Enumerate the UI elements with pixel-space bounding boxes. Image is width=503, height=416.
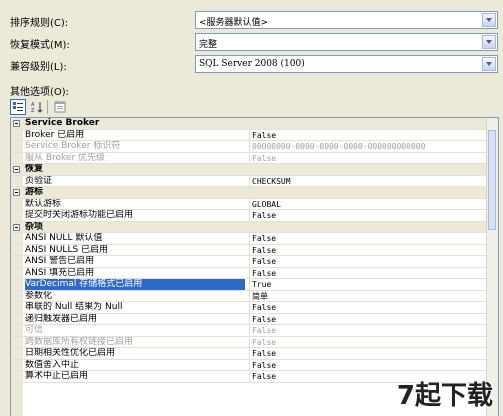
property-value: False	[249, 152, 487, 163]
property-name: Service Broker 标识符	[25, 141, 121, 151]
property-name: VarDecimal 存储格式已启用	[25, 279, 245, 290]
recovery-model-label: 恢复模式(M):	[10, 40, 70, 51]
property-name: 串联的 Null 结果为 Null	[25, 302, 123, 312]
property-grid-toolbar: A Z	[10, 98, 70, 116]
scrollbar-thumb[interactable]	[488, 130, 496, 230]
property-name: ANSI 警告已启用	[25, 256, 95, 266]
recovery-model-row: 恢复模式(M): 完整	[0, 32, 503, 54]
collapse-icon[interactable]	[13, 223, 20, 231]
grid-property-row[interactable]: 提交时关闭游标功能已启用 False	[11, 210, 487, 222]
category-name: Service Broker	[25, 118, 100, 128]
property-value[interactable]: False	[249, 267, 487, 278]
grid-property-row[interactable]: ANSI 填充已启用 False	[11, 267, 487, 279]
grid-property-row[interactable]: Broker 已启用 False	[11, 129, 487, 141]
compatibility-level-row: 兼容级别(L): SQL Server 2008 (100)	[0, 54, 503, 76]
grid-property-row[interactable]: ANSI 警告已启用 False	[11, 256, 487, 268]
grid-property-row[interactable]: 递归触发器已启用 False	[11, 313, 487, 325]
property-value[interactable]: False	[249, 302, 487, 313]
vertical-scrollbar[interactable]	[486, 118, 498, 416]
property-name: ANSI 填充已启用	[25, 267, 95, 278]
property-name: ANSI NULLS 已启用	[25, 244, 109, 255]
property-value[interactable]: False	[249, 129, 487, 140]
other-options-label: 其他选项(O):	[10, 87, 70, 98]
recovery-model-value: 完整	[199, 40, 218, 50]
chevron-down-icon[interactable]	[482, 57, 496, 71]
compatibility-level-label: 兼容级别(L):	[10, 62, 67, 73]
compatibility-level-combo[interactable]: SQL Server 2008 (100)	[195, 55, 498, 73]
property-name: 页验证	[25, 175, 53, 186]
property-name: 算术中止已启用	[25, 371, 89, 381]
collapse-icon[interactable]	[13, 120, 20, 127]
property-pages-icon	[54, 101, 66, 113]
property-value[interactable]: CHECKSUM	[249, 175, 487, 186]
property-value[interactable]: GLOBAL	[249, 198, 487, 209]
property-grid[interactable]: Service Broker Broker 已启用 False Service Bro…	[10, 117, 499, 416]
sort-alphabetical-icon: A Z	[31, 102, 43, 114]
property-value[interactable]: False	[249, 256, 487, 267]
property-name: Broker 已启用	[25, 129, 85, 140]
property-pages-button[interactable]	[52, 99, 68, 115]
property-name: 默认游标	[25, 198, 62, 209]
grid-category-row[interactable]: 杂项	[11, 221, 487, 233]
category-name: 杂项	[25, 221, 44, 232]
grid-property-row[interactable]: 日期相关性优化已启用 False	[11, 348, 487, 360]
property-name: 提交时关闭游标功能已启用	[25, 210, 134, 220]
collapse-icon[interactable]	[13, 166, 20, 173]
property-value[interactable]: False	[249, 210, 487, 221]
property-name: 递归触发器已启用	[25, 313, 98, 324]
grid-property-row[interactable]: 可信 False	[11, 325, 487, 337]
property-value: False	[249, 336, 487, 347]
property-value[interactable]: 简单	[249, 290, 487, 301]
property-value[interactable]: False	[249, 359, 487, 370]
grid-property-row[interactable]: 串联的 Null 结果为 Null False	[11, 302, 487, 314]
compatibility-level-value: SQL Server 2008 (100)	[199, 59, 305, 69]
property-name: 数值舍入中止	[25, 359, 80, 370]
property-name: 日期相关性优化已启用	[25, 348, 116, 358]
categorized-button[interactable]	[10, 99, 26, 115]
property-name: 可信	[25, 325, 44, 335]
property-value[interactable]: False	[249, 348, 487, 359]
property-value: 00000000-0000-0000-0000-000000000000	[249, 141, 487, 152]
collation-label: 排序规则(C):	[10, 18, 69, 29]
collation-row: 排序规则(C): <服务器默认值>	[0, 10, 503, 32]
chevron-down-icon[interactable]	[482, 35, 496, 49]
grid-category-row[interactable]: Service Broker	[11, 118, 487, 130]
chevron-down-icon[interactable]	[482, 13, 496, 27]
alphabetical-button[interactable]: A Z	[29, 99, 45, 115]
property-name: 参数化	[25, 290, 53, 301]
category-name: 恢复	[25, 164, 44, 174]
grid-property-row[interactable]: 页验证 CHECKSUM	[11, 175, 487, 187]
grid-property-row[interactable]: 默认游标 GLOBAL	[11, 198, 487, 210]
grid-category-row[interactable]: 恢复	[11, 164, 487, 176]
grid-property-row[interactable]: 服从 Broker 优先级 False	[11, 152, 487, 164]
grid-property-row[interactable]: ANSI NULL 默认值 False	[11, 233, 487, 245]
property-name: ANSI NULL 默认值	[25, 233, 103, 243]
grid-property-row[interactable]: VarDecimal 存储格式已启用 True	[11, 279, 487, 291]
property-value[interactable]: False	[249, 233, 487, 244]
property-value[interactable]: False	[249, 244, 487, 255]
toolbar-separator	[47, 100, 48, 114]
collation-value: <服务器默认值>	[199, 18, 269, 28]
property-value[interactable]: True	[249, 279, 487, 290]
property-name: 跨数据库所有权链接已启用	[25, 336, 134, 347]
property-value[interactable]: False	[249, 313, 487, 324]
categorized-icon	[13, 102, 23, 111]
grid-property-row[interactable]: Service Broker 标识符 00000000-0000-0000-000…	[11, 141, 487, 153]
collation-combo[interactable]: <服务器默认值>	[195, 11, 498, 29]
recovery-model-combo[interactable]: 完整	[195, 33, 498, 51]
watermark-logo: 7起下载	[396, 381, 493, 411]
grid-property-row[interactable]: 跨数据库所有权链接已启用 False	[11, 336, 487, 348]
property-name: 服从 Broker 优先级	[25, 152, 106, 163]
grid-property-row[interactable]: 数值舍入中止 False	[11, 359, 487, 371]
svg-text:Z: Z	[31, 108, 35, 114]
collapse-icon[interactable]	[13, 189, 20, 196]
grid-property-row[interactable]: ANSI NULLS 已启用 False	[11, 244, 487, 256]
grid-property-row[interactable]: 参数化 简单	[11, 290, 487, 302]
property-value: False	[249, 325, 487, 336]
grid-category-row[interactable]: 游标	[11, 187, 487, 199]
category-name: 游标	[25, 187, 44, 197]
